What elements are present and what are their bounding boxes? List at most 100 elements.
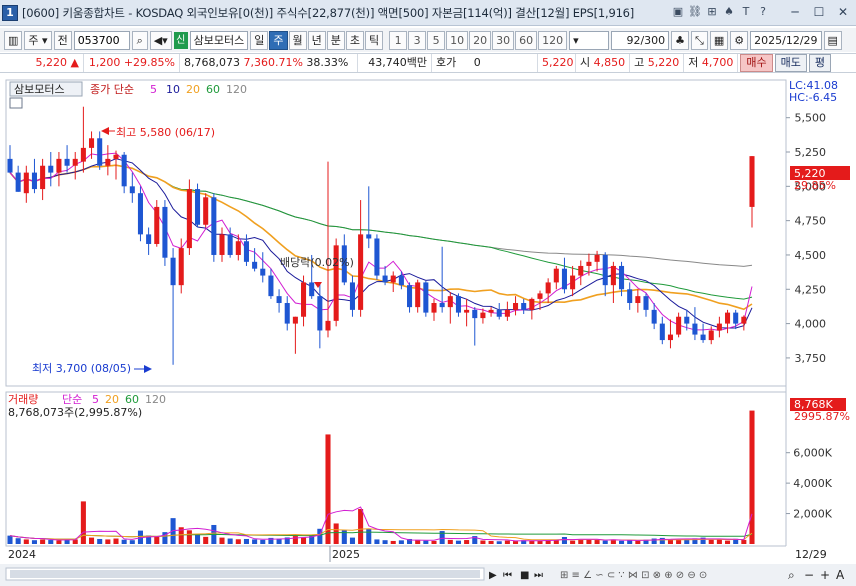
period-button[interactable]: 월 bbox=[288, 30, 307, 50]
legend-ma10: 10 bbox=[166, 83, 180, 96]
volume-bar bbox=[235, 539, 241, 544]
interval-select[interactable]: ▾ bbox=[569, 30, 610, 50]
minute-button[interactable]: 10 bbox=[446, 30, 469, 50]
tool-icon-1[interactable]: ⊞ ≡ ∠ ∽ ⊂ ∵ ⋈ ⊡ ⊗ ⊕ ⊘ ⊖ ⊙ bbox=[560, 570, 707, 581]
trend-icon[interactable]: ⤡ bbox=[691, 30, 708, 50]
volume-bar bbox=[186, 530, 192, 544]
candle-body bbox=[211, 197, 217, 255]
data-count[interactable]: 92/300 bbox=[611, 30, 670, 50]
candle-body bbox=[447, 296, 453, 308]
volume-bar bbox=[708, 539, 714, 544]
link-icon[interactable]: ⛓ bbox=[688, 5, 702, 19]
zoom-out-icon[interactable]: − bbox=[804, 568, 814, 582]
candle-body bbox=[252, 261, 258, 269]
sell-button[interactable]: 매도 bbox=[774, 54, 807, 72]
speaker-icon[interactable]: ◀▾ bbox=[149, 30, 172, 50]
open-value: 4,850 bbox=[593, 56, 626, 69]
settings-icon[interactable]: ⚙ bbox=[730, 30, 749, 50]
high-cell: 고 5,220 bbox=[630, 54, 685, 72]
volume-bar bbox=[423, 540, 429, 544]
candle-body bbox=[349, 282, 355, 310]
minute-button[interactable]: 60 bbox=[515, 30, 538, 50]
volume-tick-label: 4,000K bbox=[793, 477, 832, 490]
minute-button[interactable]: 30 bbox=[492, 30, 515, 50]
hc-label: HC:-6.45 bbox=[789, 91, 837, 104]
candle-body bbox=[219, 234, 225, 255]
price-legend-label: 종가 단순 bbox=[90, 83, 134, 96]
candle-body bbox=[676, 316, 682, 335]
scroll-thumb[interactable] bbox=[10, 570, 480, 578]
zoom-in-icon[interactable]: + bbox=[820, 568, 830, 582]
minute-button[interactable]: 1 bbox=[389, 30, 408, 50]
volume-bar bbox=[741, 539, 747, 544]
volume-bar bbox=[561, 537, 567, 544]
period-button[interactable]: 초 bbox=[345, 30, 365, 50]
period-button[interactable]: 틱 bbox=[365, 30, 384, 50]
font-icon[interactable]: A bbox=[836, 568, 845, 582]
layout-icon[interactable]: ▥ bbox=[4, 30, 23, 50]
legend-ma120: 120 bbox=[226, 83, 247, 96]
volume-bar bbox=[105, 539, 111, 544]
calendar-icon[interactable]: ▤ bbox=[823, 30, 842, 50]
price-tick-label: 5,500 bbox=[795, 112, 827, 125]
grid-icon[interactable]: ▦ bbox=[709, 30, 729, 50]
x-label-end: 12/29 bbox=[795, 548, 827, 561]
minute-button[interactable]: 3 bbox=[408, 30, 427, 50]
minute-button[interactable]: 20 bbox=[469, 30, 492, 50]
last-icon[interactable]: ⏭ bbox=[534, 570, 543, 581]
minute-button[interactable]: 120 bbox=[538, 30, 568, 50]
candle-body bbox=[284, 303, 290, 324]
compare-icon[interactable]: ♣ bbox=[671, 30, 690, 50]
candle-body bbox=[382, 275, 388, 283]
maximize-icon[interactable]: ☐ bbox=[810, 4, 828, 20]
eval-button[interactable]: 평 bbox=[808, 54, 831, 72]
scroll-right-icon[interactable]: ▶ bbox=[489, 570, 497, 581]
bell-icon[interactable]: ♠ bbox=[722, 5, 736, 19]
volume-bar bbox=[31, 540, 37, 544]
stop-icon[interactable]: ■ bbox=[520, 570, 529, 581]
date-field[interactable]: 2025/12/29 bbox=[750, 30, 822, 50]
help-icon[interactable]: ? bbox=[756, 5, 770, 19]
candle-body bbox=[553, 268, 559, 283]
volume-tick-label: 6,000K bbox=[793, 447, 832, 460]
period-button[interactable]: 분 bbox=[326, 30, 345, 50]
volume-bar bbox=[390, 540, 396, 544]
candle-body bbox=[40, 165, 46, 190]
close-icon[interactable]: ✕ bbox=[834, 4, 852, 20]
volume-pct: 7,360.71% bbox=[243, 56, 303, 69]
minimize-icon[interactable]: ─ bbox=[786, 4, 804, 20]
candle-body bbox=[227, 234, 233, 255]
candle-body bbox=[561, 268, 567, 290]
stock-code-input[interactable] bbox=[73, 30, 130, 50]
panel-menu-icon[interactable] bbox=[9, 97, 23, 109]
lock-icon[interactable]: ⊞ bbox=[705, 5, 719, 19]
zoom-icon[interactable]: ⌕ bbox=[788, 568, 795, 582]
search-icon[interactable]: ⌕ bbox=[131, 30, 148, 50]
candle-body bbox=[146, 234, 152, 244]
period-button[interactable]: 년 bbox=[307, 30, 326, 50]
first-icon[interactable]: ⏮ bbox=[503, 570, 512, 581]
candle-body bbox=[464, 309, 470, 313]
chart-svg[interactable]: 3,7504,0004,2504,5004,7505,0005,2505,500… bbox=[0, 74, 856, 586]
chart-area[interactable]: 3,750 4,000 4,250 4,500 4,750 5,000 5,250 5,500… bbox=[0, 74, 856, 586]
all-button[interactable]: 전 bbox=[53, 30, 72, 50]
period-button[interactable]: 일 bbox=[250, 30, 269, 50]
volume-legend-ma: 단순 bbox=[62, 393, 82, 406]
candle-body bbox=[439, 303, 445, 308]
period-button[interactable]: 주 bbox=[269, 30, 288, 50]
buy-button[interactable]: 매수 bbox=[740, 54, 773, 72]
candle-body bbox=[725, 312, 731, 324]
vol-legend-60: 60 bbox=[125, 393, 139, 406]
candle-body bbox=[700, 334, 706, 341]
candle-body bbox=[651, 309, 657, 324]
volume-bar bbox=[89, 537, 95, 544]
candle-body bbox=[659, 323, 665, 341]
candle-body bbox=[472, 309, 478, 319]
change-value: 1,200 bbox=[88, 56, 121, 69]
screen-icon[interactable]: ▣ bbox=[671, 5, 685, 19]
minute-button[interactable]: 5 bbox=[427, 30, 446, 50]
volume-bar bbox=[227, 538, 233, 544]
text-icon[interactable]: T bbox=[739, 5, 753, 19]
volume-bar bbox=[651, 538, 657, 544]
market-select[interactable]: 주 ▾ bbox=[24, 30, 52, 50]
